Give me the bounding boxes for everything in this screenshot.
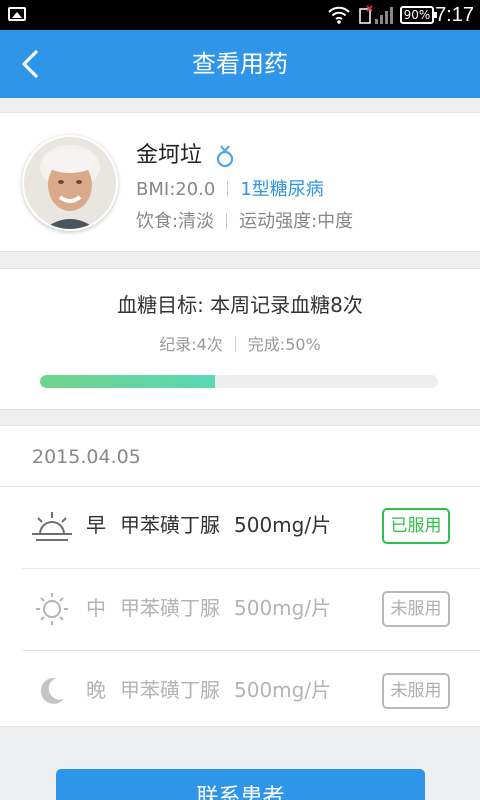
medication-row-noon: 中甲苯磺丁脲 500mg/片 未服用 <box>22 568 480 650</box>
medication-drug: 甲苯磺丁脲 <box>120 596 220 620</box>
goal-stats: 纪录:4次 完成:50% <box>0 333 480 357</box>
medication-info: 中甲苯磺丁脲 500mg/片 <box>86 593 345 623</box>
status-bar: 90% 7:17 <box>0 0 480 30</box>
signal-icon <box>359 5 393 24</box>
medication-dose: 500mg/片 <box>234 678 332 702</box>
divider <box>234 336 236 352</box>
medication-dose: 500mg/片 <box>234 596 332 620</box>
completion-rate: 完成:50% <box>247 335 321 354</box>
medication-card: 2015.04.05 早甲苯磺丁脲 500mg/片 已服用 中 甲苯磺丁脲 50… <box>0 425 480 727</box>
glucose-goal-card: 血糖目标: 本周记录血糖8次 纪录:4次 完成:50% <box>0 268 480 410</box>
medication-time: 中 <box>86 596 106 620</box>
image-notification-icon <box>8 7 26 21</box>
medication-info: 晚甲苯磺丁脲 500mg/片 <box>86 675 345 705</box>
medication-dose: 500mg/片 <box>234 513 332 537</box>
female-icon <box>216 145 234 168</box>
battery-icon: 90% <box>400 6 437 24</box>
medication-status-badge[interactable]: 未服用 <box>382 591 450 627</box>
diagnosis-label: 1型糖尿病 <box>240 179 324 200</box>
bmi-value: BMI:20.0 <box>136 179 216 200</box>
title-bar: 查看用药 <box>0 30 480 98</box>
goal-progress-fill <box>40 375 216 388</box>
patient-health-line: BMI:20.0 1型糖尿病 <box>136 177 324 203</box>
sunrise-icon <box>32 512 72 541</box>
diet-value: 饮食:清淡 <box>136 211 215 232</box>
medication-row-morning: 早甲苯磺丁脲 500mg/片 已服用 <box>22 486 480 568</box>
medication-time: 早 <box>86 513 106 537</box>
contact-patient-button[interactable]: 联系患者 <box>56 769 425 800</box>
patient-profile-card: 金坷垃 BMI:20.0 1型糖尿病 饮食:清淡 运动强度:中度 <box>0 112 480 252</box>
page-title: 查看用药 <box>192 50 288 78</box>
medication-drug: 甲苯磺丁脲 <box>120 678 220 702</box>
clock: 7:17 <box>435 4 474 26</box>
medication-status-badge[interactable]: 已服用 <box>382 508 450 544</box>
medication-drug: 甲苯磺丁脲 <box>120 513 220 537</box>
patient-lifestyle-line: 饮食:清淡 运动强度:中度 <box>136 209 353 235</box>
sun-icon <box>36 593 68 625</box>
medication-time: 晚 <box>86 678 106 702</box>
exercise-value: 运动强度:中度 <box>239 211 354 232</box>
recorded-count: 纪录:4次 <box>159 335 223 354</box>
medication-row-evening: 晚甲苯磺丁脲 500mg/片 未服用 <box>22 650 480 732</box>
medication-info: 早甲苯磺丁脲 500mg/片 <box>86 510 345 540</box>
moon-icon <box>40 677 64 704</box>
wifi-icon <box>328 6 350 24</box>
divider <box>227 181 229 197</box>
avatar <box>22 135 118 231</box>
medication-date: 2015.04.05 <box>32 446 141 468</box>
goal-progress-bar <box>40 375 438 388</box>
medication-status-badge[interactable]: 未服用 <box>382 673 450 709</box>
divider <box>226 213 228 229</box>
goal-title: 血糖目标: 本周记录血糖8次 <box>117 293 363 317</box>
patient-name: 金坷垃 <box>136 143 203 168</box>
